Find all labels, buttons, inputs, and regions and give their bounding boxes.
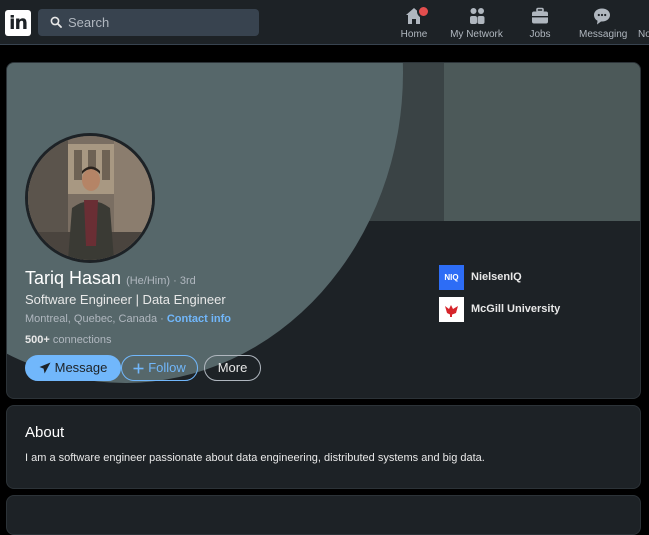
profile-location-line: Montreal, Quebec, Canada · Contact info [25, 313, 231, 325]
contact-info-link[interactable]: Contact info [167, 313, 231, 325]
profile-headline: Software Engineer | Data Engineer [25, 292, 226, 307]
nav-home-label: Home [400, 29, 428, 40]
home-icon-wrap [398, 5, 430, 28]
connections-label: connections [49, 334, 112, 346]
profile-card: Tariq Hasan (He/Him) · 3rd Software Engi… [6, 62, 641, 399]
mcgill-logo [439, 297, 464, 322]
mcgill-crest-icon [445, 305, 458, 317]
plus-icon [133, 363, 144, 374]
connection-degree: · 3rd [170, 275, 196, 287]
nav-messaging[interactable]: Messaging [579, 6, 628, 42]
connections-count-line[interactable]: 500+ connections [25, 334, 112, 346]
profile-pronouns: (He/Him) [126, 275, 171, 287]
search-box[interactable] [38, 9, 259, 36]
nav-my-network[interactable]: My Network [449, 6, 504, 42]
nav-notifications-label: No [638, 29, 649, 40]
nav-home[interactable]: Home [398, 5, 430, 42]
about-text: I am a software engineer passionate abou… [25, 452, 485, 464]
network-icon-wrap [449, 6, 504, 28]
follow-button-label: Follow [148, 360, 186, 375]
nav-jobs-label: Jobs [529, 29, 551, 40]
linkedin-logo[interactable]: in [5, 10, 31, 36]
jobs-icon-wrap [525, 6, 555, 28]
profile-avatar[interactable] [25, 133, 155, 263]
more-button[interactable]: More [204, 355, 261, 381]
search-input[interactable] [68, 9, 253, 36]
more-button-label: More [217, 360, 248, 375]
nav-my-network-label: My Network [450, 29, 503, 40]
profile-name-line: Tariq Hasan (He/Him) · 3rd [25, 268, 196, 289]
notification-badge [417, 5, 430, 18]
profile-photo [28, 136, 152, 260]
org-mcgill-label: McGill University [471, 303, 561, 315]
profile-name: Tariq Hasan [25, 268, 122, 288]
nav-messaging-label: Messaging [579, 29, 628, 40]
banner-shape-right [444, 63, 640, 221]
messaging-icon [594, 8, 610, 25]
top-navigation: in Home My Network [0, 0, 649, 45]
nav-notifications[interactable]: No [638, 6, 649, 42]
next-section-card [6, 495, 641, 535]
profile-location: Montreal, Quebec, Canada · [25, 313, 167, 325]
about-section: About I am a software engineer passionat… [6, 405, 641, 489]
jobs-icon [532, 7, 548, 24]
search-icon [50, 16, 62, 28]
message-button[interactable]: Message [25, 355, 121, 381]
notifications-icon-wrap [638, 6, 649, 28]
send-icon [39, 362, 51, 374]
follow-button[interactable]: Follow [121, 355, 198, 381]
network-icon [469, 8, 484, 24]
about-title: About [25, 424, 65, 441]
messaging-icon-wrap [579, 6, 625, 28]
connections-count: 500+ [25, 334, 50, 346]
nav-jobs[interactable]: Jobs [525, 6, 555, 42]
message-button-label: Message [54, 360, 108, 375]
org-nielseniq-label: NielsenIQ [471, 271, 522, 283]
nielseniq-logo: NIQ [439, 265, 464, 290]
